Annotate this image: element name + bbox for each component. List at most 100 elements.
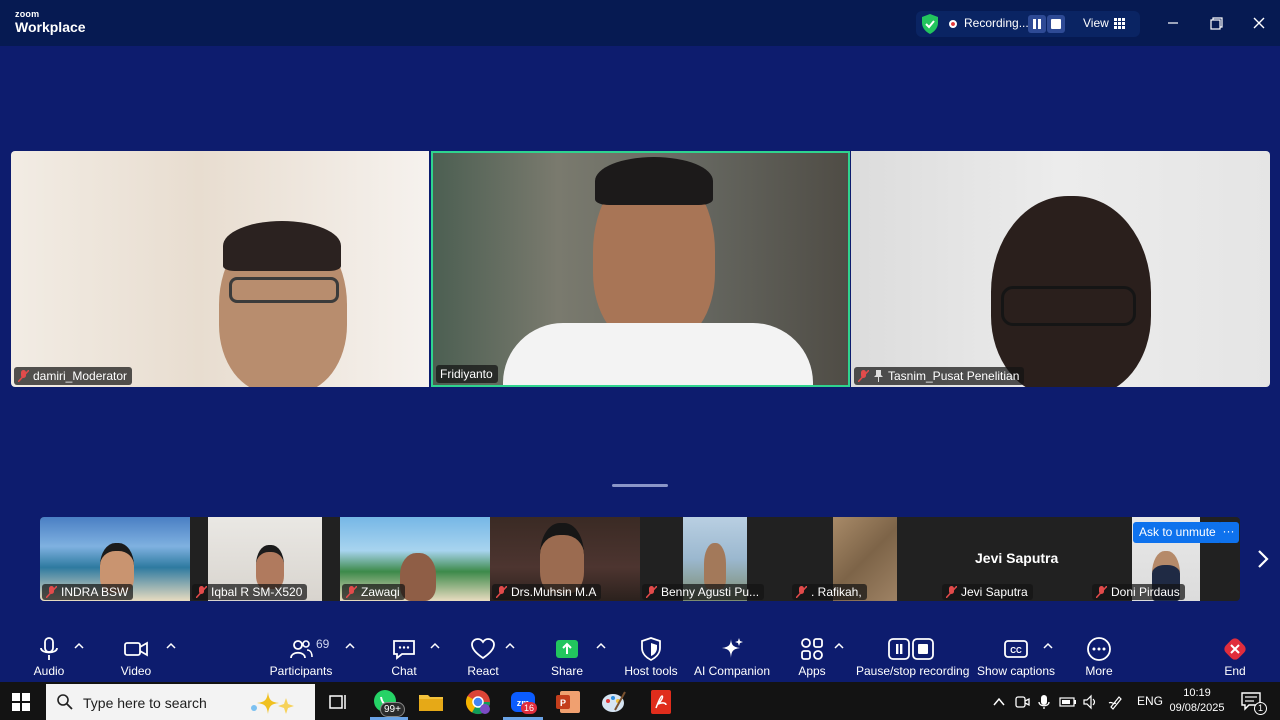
search-icon <box>57 694 73 710</box>
react-button[interactable]: React <box>463 630 503 678</box>
taskbar-clock[interactable]: 10:19 09/08/2025 <box>1168 686 1226 716</box>
gallery-thumb[interactable]: Zawaqi <box>340 517 490 601</box>
audio-button[interactable]: Audio <box>24 630 74 678</box>
muted-mic-icon <box>46 586 57 598</box>
shield-check-icon[interactable] <box>921 14 939 34</box>
heart-icon <box>471 638 495 660</box>
chevron-up-icon[interactable] <box>345 642 355 650</box>
zoom-logo: zoom Workplace <box>15 10 86 35</box>
video-tile-active-speaker[interactable]: Fridiyanto <box>431 151 850 387</box>
svg-text:P: P <box>560 698 566 708</box>
muted-mic-icon <box>196 586 207 598</box>
microphone-icon <box>40 637 58 660</box>
muted-mic-icon <box>1096 586 1107 598</box>
participants-count-badge: 69 <box>316 637 330 651</box>
chevron-up-icon[interactable] <box>505 642 515 650</box>
share-button[interactable]: Share <box>547 630 587 678</box>
end-meeting-button[interactable]: End <box>1218 630 1252 678</box>
microphone-tray-icon[interactable] <box>1037 694 1051 710</box>
language-indicator[interactable]: ENG <box>1137 694 1163 708</box>
close-icon[interactable] <box>1247 12 1271 34</box>
grid-view-icon[interactable] <box>1114 18 1126 30</box>
participant-hair <box>223 221 341 271</box>
resize-handle[interactable] <box>612 484 668 487</box>
chrome-icon[interactable] <box>464 688 492 716</box>
file-explorer-icon[interactable] <box>417 688 445 716</box>
stop-recording-button[interactable] <box>1047 15 1065 33</box>
chevron-up-icon[interactable] <box>430 642 440 650</box>
chevron-right-icon[interactable] <box>1254 548 1272 570</box>
recording-dot-icon <box>949 20 957 28</box>
participant-name: Zawaqi <box>361 585 400 599</box>
chevron-up-icon[interactable] <box>992 695 1006 709</box>
participant-avatar <box>400 553 436 601</box>
participant-display-name: Jevi Saputra <box>975 550 1059 566</box>
gallery-thumb[interactable]: Benny Agusti Pu... <box>640 517 790 601</box>
pen-icon[interactable] <box>1108 694 1124 710</box>
volume-icon[interactable] <box>1082 694 1098 710</box>
whatsapp-badge: 99+ <box>380 702 405 717</box>
chevron-up-icon[interactable] <box>1043 642 1053 650</box>
taskbar-search-box[interactable]: Type here to search <box>46 684 315 720</box>
gallery-strip: INDRA BSW Iqbal R SM-X520 Zawaqi Drs.Muh… <box>40 517 1240 601</box>
muted-mic-icon <box>796 586 807 598</box>
participant-name: damiri_Moderator <box>33 369 128 383</box>
show-captions-button[interactable]: CC Show captions <box>976 630 1056 678</box>
meet-now-icon[interactable] <box>1014 694 1030 710</box>
view-button[interactable]: View <box>1083 16 1109 30</box>
gallery-thumb[interactable]: Iqbal R SM-X520 <box>190 517 340 601</box>
participant-name: . Rafikah, <box>811 585 862 599</box>
pause-recording-button[interactable] <box>1028 15 1046 33</box>
participant-name: Jevi Saputra <box>961 585 1028 599</box>
host-tools-button[interactable]: Host tools <box>620 630 682 678</box>
chat-icon <box>393 640 415 660</box>
ask-to-unmute-button[interactable]: Ask to unmute <box>1133 522 1222 543</box>
video-button[interactable]: Video <box>111 630 161 678</box>
name-tag: Iqbal R SM-X520 <box>192 584 308 600</box>
participant-glasses <box>229 277 339 303</box>
powerpoint-icon[interactable]: P <box>554 688 582 716</box>
battery-icon[interactable] <box>1059 695 1077 709</box>
apps-button[interactable]: Apps <box>792 630 832 678</box>
svg-text:CC: CC <box>1010 646 1022 655</box>
more-icon <box>1087 637 1111 661</box>
gallery-thumb[interactable]: Drs.Muhsin M.A <box>490 517 640 601</box>
participant-more-button[interactable]: ··· <box>1218 522 1239 543</box>
more-button[interactable]: More <box>1080 630 1118 678</box>
participant-name: Benny Agusti Pu... <box>661 585 760 599</box>
participant-shirt <box>503 323 813 385</box>
chat-button[interactable]: Chat <box>384 630 424 678</box>
share-label: Share <box>550 664 584 678</box>
audio-label: Audio <box>33 664 65 678</box>
name-tag: Fridiyanto <box>436 365 498 383</box>
name-tag: Tasnim_Pusat Penelitian <box>854 367 1025 385</box>
gallery-thumb[interactable]: Jevi Saputra Jevi Saputra <box>940 517 1090 601</box>
task-view-icon[interactable] <box>324 688 352 716</box>
video-tile-3[interactable]: Tasnim_Pusat Penelitian <box>851 151 1270 387</box>
ai-companion-button[interactable]: AI Companion <box>692 630 772 678</box>
restore-icon[interactable] <box>1204 12 1228 34</box>
pdf-app-icon[interactable] <box>647 688 675 716</box>
chevron-up-icon[interactable] <box>166 642 176 650</box>
name-tag: Benny Agusti Pu... <box>642 584 765 600</box>
video-label: Video <box>120 664 152 678</box>
pause-stop-icon <box>888 638 934 660</box>
video-camera-icon <box>124 641 148 657</box>
gallery-thumb[interactable]: INDRA BSW <box>40 517 190 601</box>
minimize-icon[interactable] <box>1161 12 1185 34</box>
video-tile-1[interactable]: damiri_Moderator <box>11 151 429 387</box>
paint-icon[interactable] <box>600 688 628 716</box>
name-tag: INDRA BSW <box>42 584 134 600</box>
chevron-up-icon[interactable] <box>834 642 844 650</box>
participant-name: Drs.Muhsin M.A <box>511 585 597 599</box>
windows-start-icon[interactable] <box>12 693 30 711</box>
pin-icon <box>874 370 883 382</box>
pause-stop-recording-button[interactable]: Pause/stop recording <box>856 630 969 678</box>
chevron-up-icon[interactable] <box>74 642 84 650</box>
gallery-thumb[interactable]: . Rafikah, <box>790 517 940 601</box>
captions-label: Show captions <box>976 664 1056 678</box>
recording-status: Recording... <box>964 16 1029 30</box>
chevron-up-icon[interactable] <box>596 642 606 650</box>
share-screen-icon <box>556 640 578 658</box>
host-tools-label: Host tools <box>624 664 678 678</box>
